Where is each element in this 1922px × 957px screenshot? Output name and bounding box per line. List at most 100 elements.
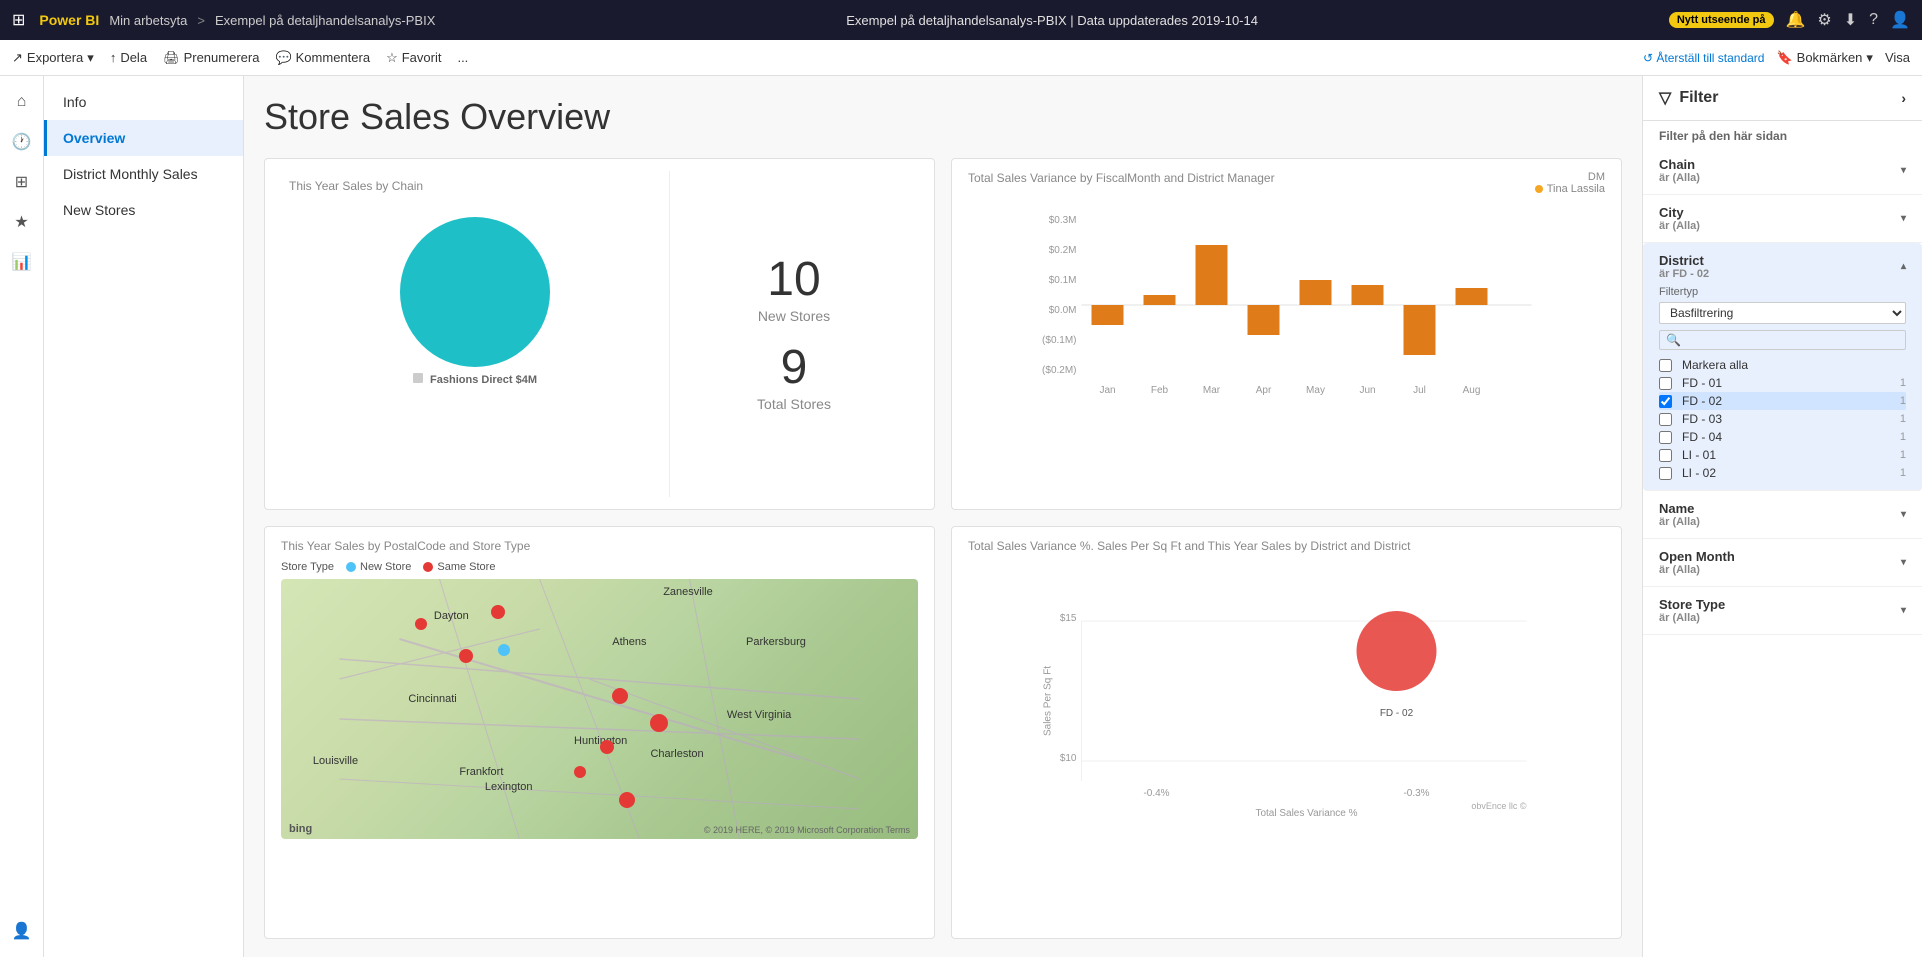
reset-icon: ↺ xyxy=(1643,51,1653,65)
new-look-toggle[interactable]: Nytt utseende på xyxy=(1669,12,1774,28)
reports-icon[interactable]: 📊 xyxy=(4,244,40,280)
fd04-checkbox[interactable] xyxy=(1659,431,1672,444)
kpi-new-stores-number: 10 xyxy=(758,256,830,304)
store-dot-3[interactable] xyxy=(498,644,510,656)
li02-checkbox[interactable] xyxy=(1659,467,1672,480)
city-louisville: Louisville xyxy=(313,755,358,767)
open-month-chevron-icon: ▾ xyxy=(1901,557,1906,568)
filter-group-open-month-header[interactable]: Open Month är (Alla) ▾ xyxy=(1659,547,1906,578)
reset-button[interactable]: ↺ Återställ till standard xyxy=(1643,51,1764,65)
filter-panel-subtitle: Filter på den här sidan xyxy=(1643,121,1922,147)
notification-icon[interactable]: 🔔 xyxy=(1786,10,1806,30)
favorites-icon[interactable]: ★ xyxy=(4,204,40,240)
nav-item-overview[interactable]: Overview xyxy=(44,120,243,156)
workspace-link[interactable]: Min arbetsyta xyxy=(109,13,187,28)
store-dot-2[interactable] xyxy=(415,618,427,630)
help-icon[interactable]: ? xyxy=(1869,11,1878,29)
filter-type-select[interactable]: Basfiltrering xyxy=(1659,302,1906,324)
filter-header: ▽ Filter › xyxy=(1643,76,1922,121)
li01-checkbox[interactable] xyxy=(1659,449,1672,462)
district-search-input[interactable] xyxy=(1681,333,1899,347)
select-all-label: Markera alla xyxy=(1682,358,1748,372)
svg-text:($0.1M): ($0.1M) xyxy=(1042,335,1076,346)
fd02-count: 1 xyxy=(1900,395,1906,407)
bookmarks-chevron: ▾ xyxy=(1866,50,1873,66)
filter-group-open-month: Open Month är (Alla) ▾ xyxy=(1643,539,1922,587)
svg-text:-0.4%: -0.4% xyxy=(1143,788,1169,799)
filter-group-store-type-header[interactable]: Store Type är (Alla) ▾ xyxy=(1659,595,1906,626)
scatter-chart-title: Total Sales Variance %. Sales Per Sq Ft … xyxy=(968,539,1605,553)
filter-group-name-header[interactable]: Name är (Alla) ▾ xyxy=(1659,499,1906,530)
view-button[interactable]: Visa xyxy=(1885,50,1910,65)
select-all-checkbox[interactable] xyxy=(1659,359,1672,372)
filter-group-chain-header[interactable]: Chain är (Alla) ▾ xyxy=(1659,155,1906,186)
city-zanesville: Zanesville xyxy=(663,586,713,598)
svg-text:$0.3M: $0.3M xyxy=(1049,215,1077,226)
recent-icon[interactable]: 🕐 xyxy=(4,124,40,160)
nav-item-info[interactable]: Info xyxy=(44,84,243,120)
scatter-x-label: Total Sales Variance % xyxy=(1255,808,1357,819)
scatter-y-label: Sales Per Sq Ft xyxy=(1043,665,1054,735)
name-chevron-icon: ▾ xyxy=(1901,509,1906,520)
city-dayton: Dayton xyxy=(434,610,469,622)
filter-district-sub: är FD - 02 xyxy=(1659,268,1709,280)
fd03-label: FD - 03 xyxy=(1682,412,1722,426)
filter-group-name: Name är (Alla) ▾ xyxy=(1643,491,1922,539)
filter-chain-sub: är (Alla) xyxy=(1659,172,1700,184)
bookmark-icon: 🔖 xyxy=(1776,50,1792,66)
map-background[interactable]: Zanesville Dayton Athens Parkersburg Cin… xyxy=(281,579,918,839)
filter-name-sub: är (Alla) xyxy=(1659,516,1700,528)
account-icon[interactable]: 👤 xyxy=(1890,10,1910,30)
comment-button[interactable]: 💬 Kommentera xyxy=(275,50,370,66)
filter-panel: ▽ Filter › Filter på den här sidan Chain… xyxy=(1642,76,1922,957)
fd01-checkbox[interactable] xyxy=(1659,377,1672,390)
store-dot-8[interactable] xyxy=(619,792,635,808)
filter-close-icon[interactable]: › xyxy=(1901,90,1906,106)
comment-icon: 💬 xyxy=(275,50,291,66)
content-area: Store Sales Overview This Year Sales by … xyxy=(244,76,1642,957)
fd02-checkbox[interactable] xyxy=(1659,395,1672,408)
bing-logo: bing xyxy=(289,823,312,835)
svg-text:obvEnce llc ©: obvEnce llc © xyxy=(1471,801,1527,811)
share-icon: ↑ xyxy=(110,50,117,65)
report-name[interactable]: Exempel på detaljhandelsanalys-PBIX xyxy=(215,13,435,28)
download-icon[interactable]: ⬇ xyxy=(1844,10,1857,30)
user-icon[interactable]: 👤 xyxy=(4,913,40,949)
fd01-count: 1 xyxy=(1900,377,1906,389)
filter-group-chain: Chain är (Alla) ▾ xyxy=(1643,147,1922,195)
waffle-menu[interactable]: ⊞ xyxy=(12,10,25,30)
home-icon[interactable]: ⌂ xyxy=(4,84,40,120)
store-dot-1[interactable] xyxy=(491,605,505,619)
svg-text:Mar: Mar xyxy=(1203,385,1221,396)
fd03-checkbox[interactable] xyxy=(1659,413,1672,426)
breadcrumb-separator: > xyxy=(197,13,205,28)
print-button[interactable]: 🖨 Prenumerera xyxy=(163,50,259,66)
filter-group-district: District är FD - 02 ▴ Filtertyp Basfiltr… xyxy=(1643,243,1922,491)
donut-chart-title: This Year Sales by Chain xyxy=(289,179,661,193)
bookmarks-button[interactable]: 🔖 Bokmärken ▾ xyxy=(1776,50,1872,66)
filter-group-district-header[interactable]: District är FD - 02 ▴ xyxy=(1659,251,1906,282)
more-button[interactable]: ... xyxy=(457,50,468,65)
store-dot-7[interactable] xyxy=(600,740,614,754)
district-item-fd02: FD - 02 1 xyxy=(1659,392,1906,410)
nav-item-district-monthly-sales[interactable]: District Monthly Sales xyxy=(44,156,243,192)
page-title: Store Sales Overview xyxy=(264,96,1622,138)
donut-container: Fashions Direct $4M xyxy=(289,201,661,401)
filter-group-city-header[interactable]: City är (Alla) ▾ xyxy=(1659,203,1906,234)
city-cincinnati: Cincinnati xyxy=(408,693,456,705)
filter-group-store-type: Store Type är (Alla) ▾ xyxy=(1643,587,1922,635)
svg-text:$0.2M: $0.2M xyxy=(1049,245,1077,256)
svg-text:May: May xyxy=(1306,385,1325,396)
store-dot-4[interactable] xyxy=(459,649,473,663)
nav-item-new-stores[interactable]: New Stores xyxy=(44,192,243,228)
share-button[interactable]: ↑ Dela xyxy=(110,50,147,65)
apps-icon[interactable]: ⊞ xyxy=(4,164,40,200)
store-dot-5[interactable] xyxy=(612,688,628,704)
svg-text:$0.0M: $0.0M xyxy=(1049,305,1077,316)
export-button[interactable]: ↗ Exportera ▾ xyxy=(12,50,94,66)
city-athens: Athens xyxy=(612,636,646,648)
store-dot-9[interactable] xyxy=(574,766,586,778)
favorite-button[interactable]: ☆ Favorit xyxy=(386,50,441,66)
settings-icon[interactable]: ⚙ xyxy=(1817,10,1831,30)
svg-text:FD - 02: FD - 02 xyxy=(1380,708,1414,719)
